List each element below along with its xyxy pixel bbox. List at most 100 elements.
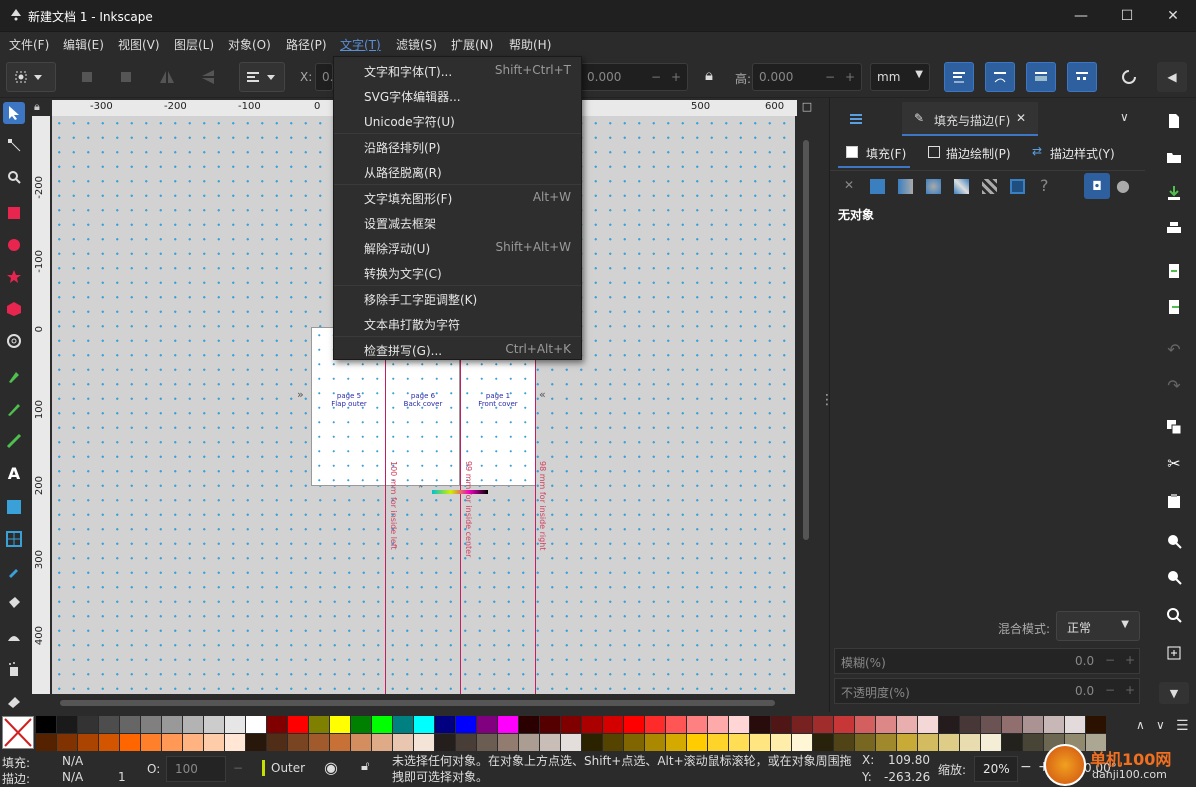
color-swatch[interactable] xyxy=(771,734,791,751)
color-swatch[interactable] xyxy=(645,716,665,733)
cut-button[interactable]: ✂ xyxy=(1163,452,1185,474)
color-swatch[interactable] xyxy=(1044,716,1064,733)
open-button[interactable] xyxy=(1163,146,1185,168)
color-swatch[interactable] xyxy=(351,734,371,751)
color-swatch[interactable] xyxy=(981,734,1001,751)
import-button[interactable] xyxy=(1163,260,1185,282)
blend-mode-select[interactable]: 正常 ▼ xyxy=(1056,611,1140,641)
calligraphy-tool[interactable] xyxy=(3,430,25,452)
subtab-fill[interactable]: 填充(F) xyxy=(838,142,910,168)
color-swatch[interactable] xyxy=(372,716,392,733)
menu-filters[interactable]: 滤镜(S) xyxy=(396,36,437,53)
mesh-gradient-icon[interactable] xyxy=(954,179,969,194)
more-commands-button[interactable]: ▼ xyxy=(1159,682,1189,704)
color-swatch[interactable] xyxy=(309,716,329,733)
chevron-down-icon[interactable]: ∨ xyxy=(1120,110,1129,124)
color-swatch[interactable] xyxy=(267,734,287,751)
gradient-tool[interactable] xyxy=(3,496,25,518)
menu-object[interactable]: 对象(O) xyxy=(228,36,271,53)
unset-icon[interactable]: ? xyxy=(1040,176,1049,195)
color-swatch[interactable] xyxy=(288,734,308,751)
align-dropdown[interactable] xyxy=(239,62,285,92)
zoom-out-icon[interactable]: − xyxy=(1020,759,1032,775)
color-swatch[interactable] xyxy=(792,716,812,733)
color-swatch[interactable] xyxy=(162,716,182,733)
color-swatch[interactable] xyxy=(876,716,896,733)
color-swatch[interactable] xyxy=(813,716,833,733)
decrement-icon[interactable]: − xyxy=(1105,653,1115,667)
color-swatch[interactable] xyxy=(834,716,854,733)
fill-value[interactable]: N/A xyxy=(62,754,83,768)
menu-extensions[interactable]: 扩展(N) xyxy=(451,36,493,53)
color-swatch[interactable] xyxy=(750,734,770,751)
redo-button[interactable]: ↷ xyxy=(1163,374,1185,396)
flip-vertical-button[interactable] xyxy=(193,62,223,92)
display-mode-icon[interactable]: □ xyxy=(797,100,817,116)
color-swatch[interactable] xyxy=(897,734,917,751)
increment-icon[interactable]: + xyxy=(845,70,855,84)
eraser-tool[interactable] xyxy=(3,690,25,712)
color-swatch[interactable] xyxy=(393,716,413,733)
pattern-icon[interactable] xyxy=(982,179,997,194)
save-button[interactable] xyxy=(1163,182,1185,204)
color-swatch[interactable] xyxy=(372,734,392,751)
menu-item-remove-from-path[interactable]: 从路径脱离(R) xyxy=(364,164,442,181)
increment-icon[interactable]: + xyxy=(1125,653,1135,667)
color-swatch[interactable] xyxy=(960,716,980,733)
unit-select[interactable]: mm ▼ xyxy=(870,63,930,91)
color-swatch[interactable] xyxy=(393,734,413,751)
menu-item-text-and-font[interactable]: 文字和字体(T)... xyxy=(364,63,452,80)
color-swatch[interactable] xyxy=(435,734,455,751)
menu-layer[interactable]: 图层(L) xyxy=(174,36,214,53)
color-swatch[interactable] xyxy=(939,716,959,733)
color-swatch[interactable] xyxy=(624,734,644,751)
color-swatch[interactable] xyxy=(918,734,938,751)
color-swatch[interactable] xyxy=(855,734,875,751)
x-field[interactable]: 0. xyxy=(315,63,333,91)
increment-icon[interactable]: + xyxy=(1125,683,1135,697)
zoom-center-button[interactable] xyxy=(1163,642,1185,664)
color-swatch[interactable] xyxy=(330,716,350,733)
guide-line[interactable] xyxy=(535,327,536,694)
color-swatch[interactable] xyxy=(687,716,707,733)
color-swatch[interactable] xyxy=(57,734,77,751)
color-swatch[interactable] xyxy=(561,716,581,733)
zoom-selection-button[interactable] xyxy=(1163,530,1185,552)
linear-gradient-icon[interactable] xyxy=(898,179,913,194)
palette-scroll-down-icon[interactable]: ∨ xyxy=(1156,718,1165,732)
rotate-cw-button[interactable] xyxy=(111,62,141,92)
color-swatch[interactable] xyxy=(351,716,371,733)
close-tab-icon[interactable]: ✕ xyxy=(1016,111,1026,125)
3d-box-tool[interactable] xyxy=(3,298,25,320)
dropper-tool[interactable] xyxy=(3,560,25,582)
color-swatch[interactable] xyxy=(309,734,329,751)
color-swatch[interactable] xyxy=(99,734,119,751)
color-swatch[interactable] xyxy=(561,734,581,751)
color-swatch[interactable] xyxy=(708,734,728,751)
menu-item-split-text[interactable]: 文本串打散为字符 xyxy=(364,316,460,333)
swatch-icon[interactable] xyxy=(1010,179,1025,194)
move-patterns-button[interactable] xyxy=(1067,62,1097,92)
color-swatch[interactable] xyxy=(57,716,77,733)
color-swatch[interactable] xyxy=(477,734,497,751)
minimize-button[interactable]: — xyxy=(1058,0,1104,32)
pen-tool[interactable] xyxy=(3,366,25,388)
collapse-commands-button[interactable]: ◀ xyxy=(1157,62,1187,92)
increment-icon[interactable]: + xyxy=(671,70,681,84)
stroke-value[interactable]: N/A xyxy=(62,770,83,784)
decrement-icon[interactable]: − xyxy=(1105,683,1115,697)
color-swatch[interactable] xyxy=(225,734,245,751)
color-swatch[interactable] xyxy=(519,734,539,751)
color-swatch[interactable] xyxy=(876,734,896,751)
scale-corners-button[interactable] xyxy=(985,62,1015,92)
export-button[interactable] xyxy=(1163,296,1185,318)
color-swatch[interactable] xyxy=(603,734,623,751)
vertical-scrollbar[interactable] xyxy=(803,140,809,540)
lock-guides-icon[interactable]: 🔒︎ xyxy=(34,100,50,116)
paste-button[interactable] xyxy=(1163,490,1185,512)
menu-item-flow-into-frame[interactable]: 文字填充图形(F) xyxy=(364,190,452,207)
color-swatch[interactable] xyxy=(246,716,266,733)
maximize-button[interactable]: ☐ xyxy=(1104,0,1150,32)
horizontal-scrollbar[interactable] xyxy=(60,700,775,706)
color-swatch[interactable] xyxy=(246,734,266,751)
